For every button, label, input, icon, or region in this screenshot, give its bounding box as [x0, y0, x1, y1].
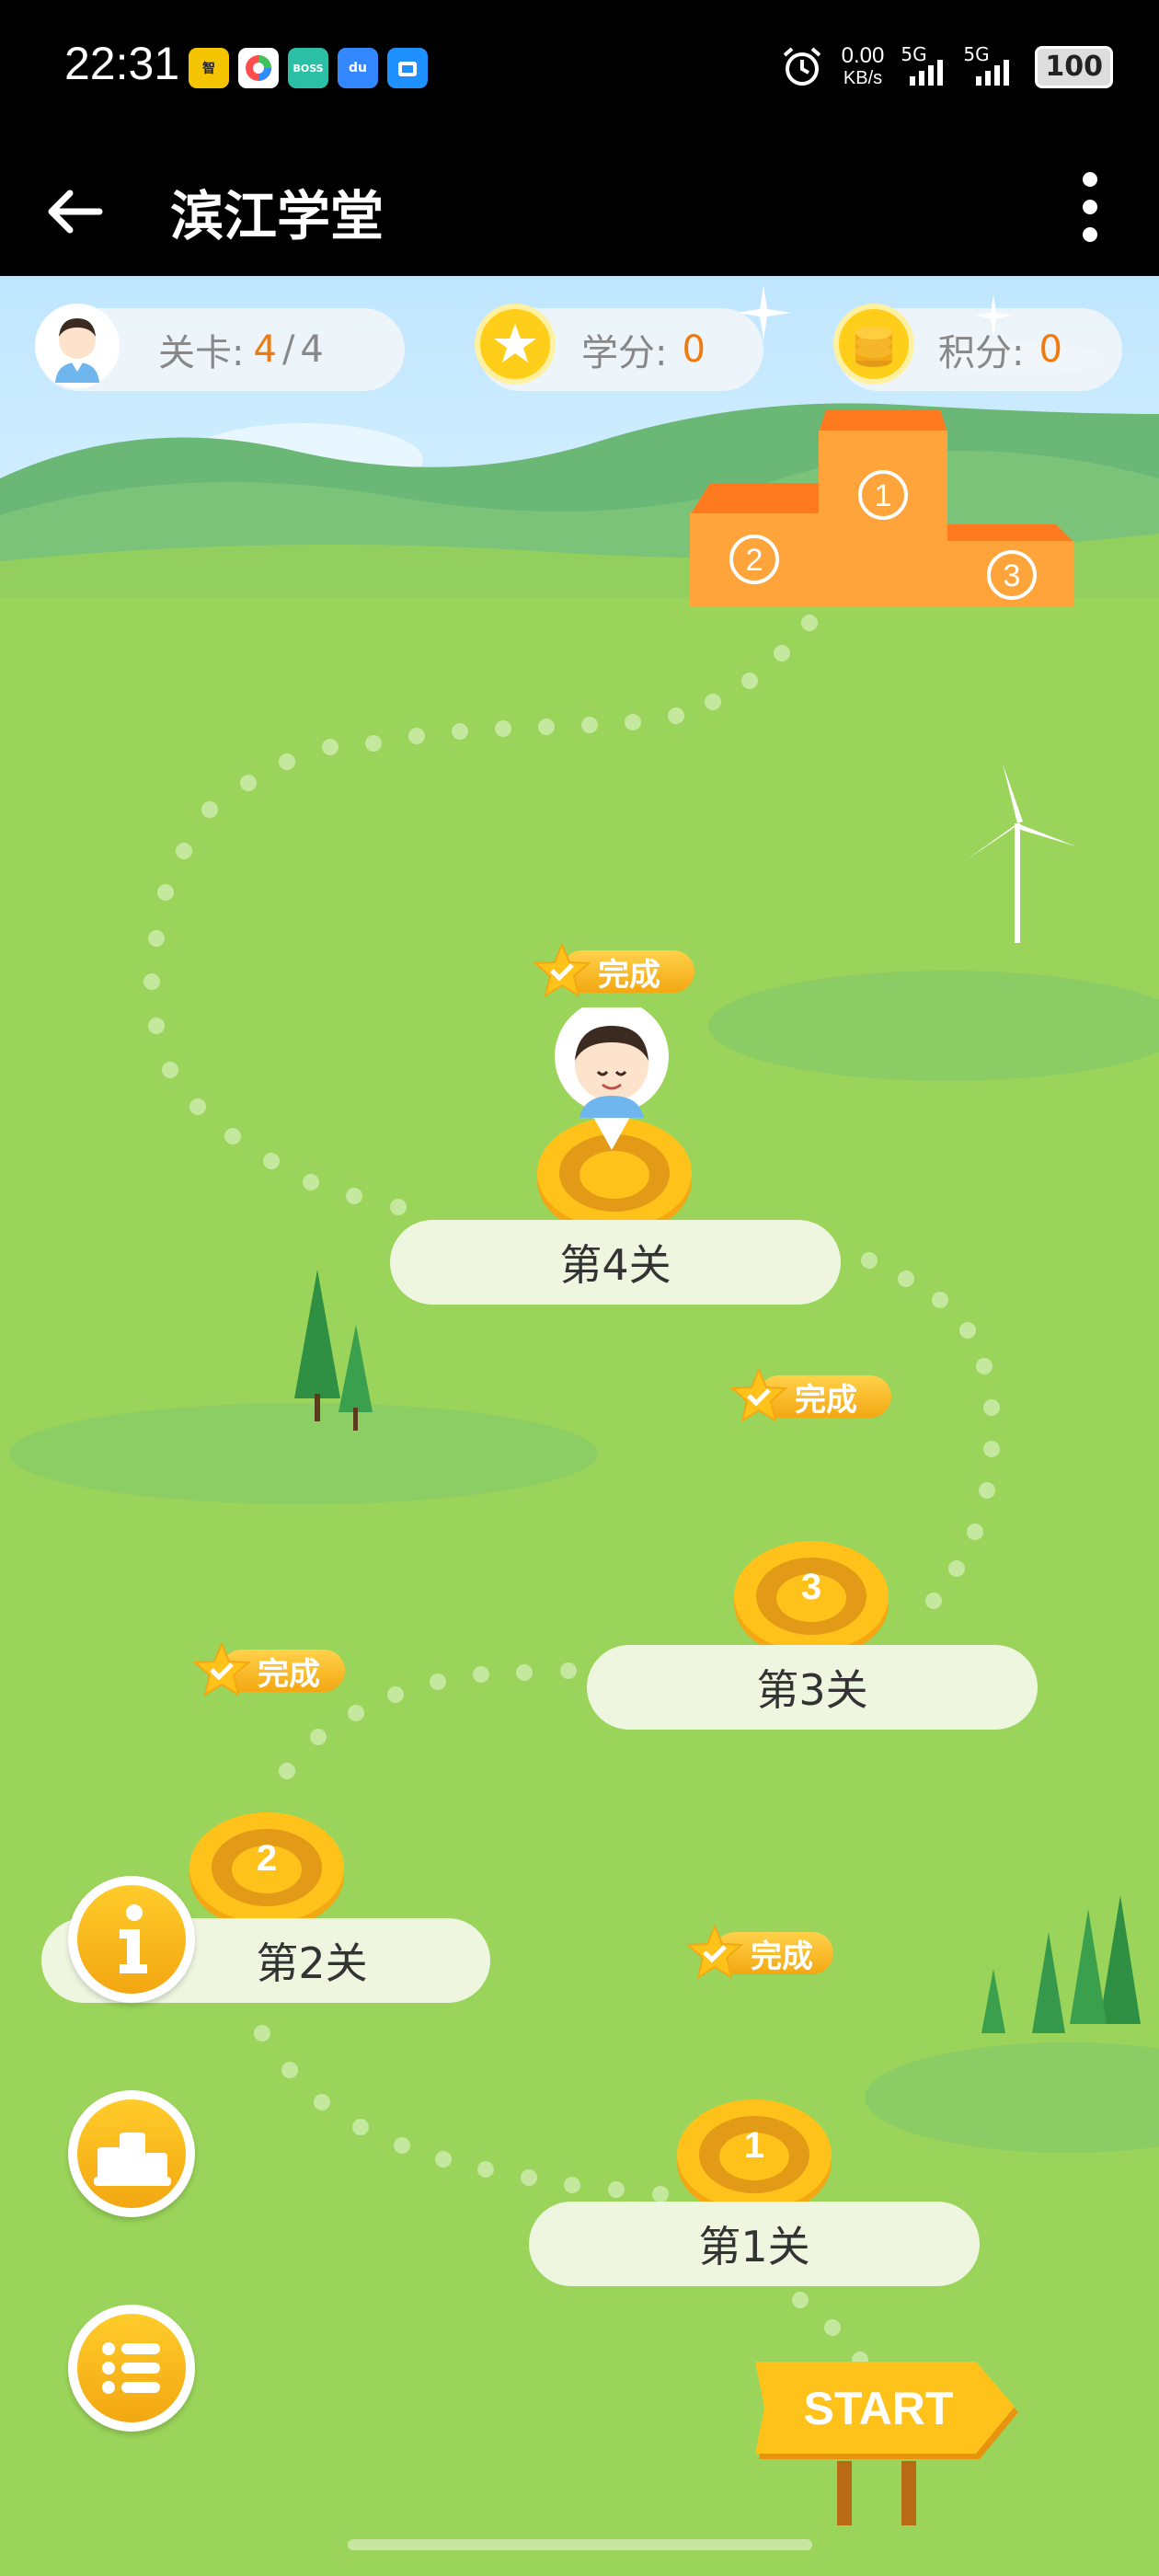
signal-1: 5G [901, 43, 947, 86]
podium-first-label: 1 [875, 478, 892, 513]
check-star-icon [730, 1368, 787, 1423]
app-icon-2 [238, 48, 279, 88]
back-arrow-icon[interactable] [39, 175, 112, 248]
avatar-pin-icon [555, 999, 669, 1150]
level-3-badge-text: 完成 [795, 1381, 857, 1419]
ranking-podium-icon [94, 2133, 171, 2186]
level-3-complete-badge: 完成 [730, 1368, 891, 1423]
credits-label: 学分: [581, 332, 668, 374]
level-4-badge-text: 完成 [598, 956, 660, 994]
list-button[interactable] [68, 2305, 195, 2432]
app-icon-boss: BOSS [288, 48, 328, 88]
star-credit-icon [475, 304, 556, 385]
more-options-icon[interactable] [1058, 166, 1122, 248]
sparkle-icon [736, 285, 1012, 340]
tree-cluster-right [981, 1895, 1141, 2033]
net-speed: 0.00 KB/s [842, 45, 885, 89]
current-position-marker [552, 999, 671, 1155]
status-time: 22:31 [64, 38, 180, 89]
level-2-label-text: 第2关 [256, 1938, 368, 1988]
podium-icon: 1 2 3 [690, 409, 1074, 607]
level-1-complete-badge: 完成 [686, 1925, 833, 1980]
level-1-coin-number: 1 [743, 2125, 765, 2166]
page-title: 滨江学堂 [170, 185, 384, 247]
level-current: 4 [253, 328, 277, 371]
status-right: 0.00 KB/s 5G 5G 100 [779, 43, 1113, 90]
app-bar: 滨江学堂 [0, 138, 1159, 276]
info-button[interactable] [68, 1876, 195, 2003]
level-2-coin[interactable]: 2 [189, 1803, 345, 1932]
level-1-badge-text: 完成 [751, 1938, 813, 1975]
app-icon-baidu: du [338, 48, 378, 88]
credits-value: 0 [682, 328, 706, 371]
level-3-label[interactable]: 第3关 [587, 1645, 1038, 1730]
home-indicator[interactable] [348, 2539, 812, 2550]
list-button-face [77, 2314, 186, 2422]
level-1-label[interactable]: 第1关 [529, 2202, 980, 2286]
ranking-button-face [77, 2099, 186, 2208]
points-value: 0 [1039, 328, 1062, 371]
level-3-coin-number: 3 [800, 1567, 822, 1607]
signal-bars-icon [910, 52, 944, 86]
notification-icons: 智 BOSS du [189, 48, 428, 88]
signal-bars-icon [976, 52, 1010, 86]
level-separator: / [281, 328, 295, 371]
windmill-icon [966, 764, 1076, 943]
app-icon-1: 智 [189, 48, 229, 88]
status-bar: 22:31 智 BOSS du 0.00 KB/s 5G 5G 100 [0, 0, 1159, 138]
net-speed-value: 0.00 [841, 43, 885, 68]
app-icon-5 [387, 48, 428, 88]
level-1-coin[interactable]: 1 [676, 2090, 832, 2219]
start-sign-label: START [804, 2383, 954, 2434]
level-2-complete-badge: 完成 [193, 1642, 345, 1697]
podium-third-label: 3 [1004, 558, 1021, 593]
avatar-icon [55, 318, 99, 383]
start-button[interactable]: START [750, 2360, 1026, 2525]
level-4-label[interactable]: 第4关 [390, 1220, 841, 1305]
level-2-coin-number: 2 [256, 1838, 278, 1879]
list-icon [102, 2342, 160, 2394]
start-sign-icon: START [755, 2362, 1018, 2525]
battery-indicator: 100 [1035, 46, 1113, 88]
check-star-icon [193, 1642, 250, 1697]
check-star-icon [534, 943, 591, 998]
podium-second-label: 2 [746, 543, 763, 578]
net-speed-unit: KB/s [843, 68, 883, 88]
level-total: 4 [300, 328, 324, 371]
signal-2: 5G [963, 43, 1018, 86]
level-3-coin[interactable]: 3 [733, 1532, 889, 1661]
check-star-icon [686, 1925, 743, 1980]
alarm-icon [783, 47, 820, 86]
info-icon [120, 1904, 147, 1973]
level-4-complete-badge: 完成 [534, 943, 694, 998]
info-button-face [77, 1885, 186, 1994]
user-avatar[interactable] [35, 304, 120, 388]
level-2-badge-text: 完成 [258, 1655, 320, 1693]
ranking-button[interactable] [68, 2090, 195, 2217]
level-label: 关卡: [158, 332, 245, 374]
